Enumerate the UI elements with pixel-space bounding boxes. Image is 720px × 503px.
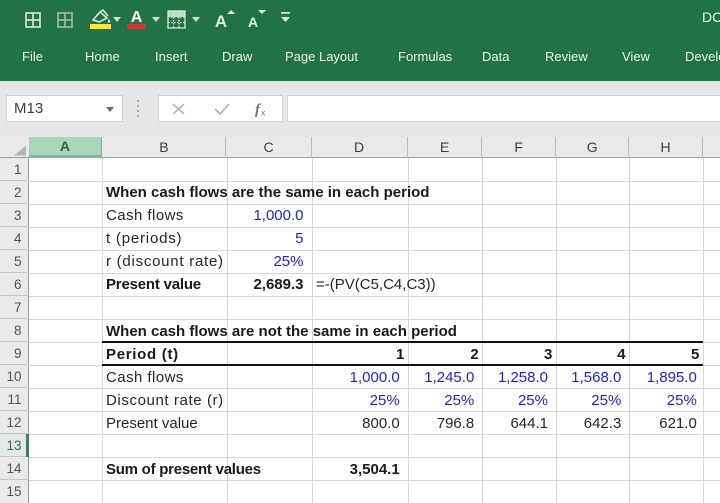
svg-text:x: x <box>261 108 266 118</box>
svg-text:A: A <box>131 9 143 26</box>
svg-text:A: A <box>215 12 227 31</box>
svg-text:A: A <box>248 14 258 30</box>
